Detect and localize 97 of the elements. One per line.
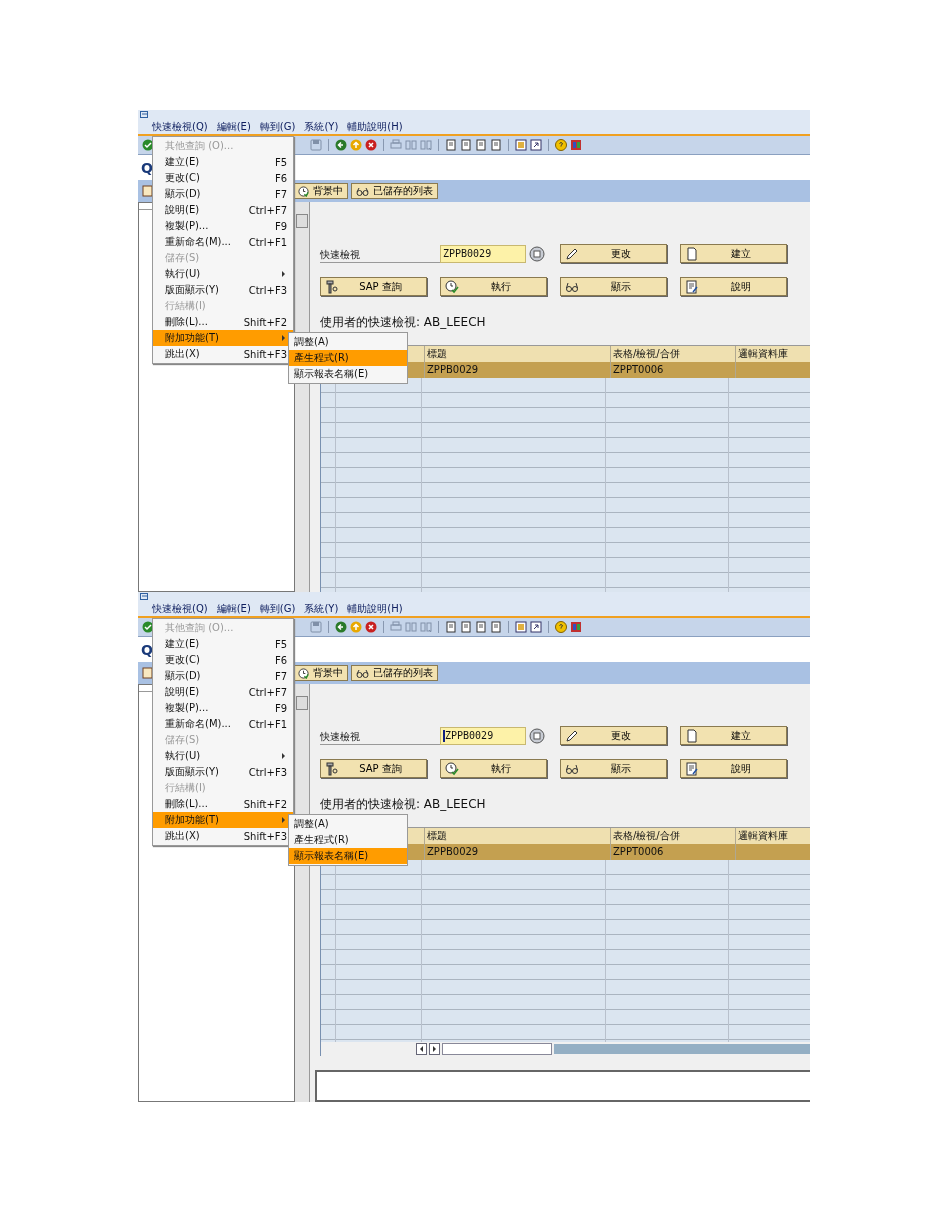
menu-item[interactable]: 說明(E) Ctrl+F7 [153, 202, 293, 218]
toolbar-button[interactable]: 背景中 [293, 183, 348, 199]
clock-icon [298, 185, 309, 197]
page-icon[interactable] [460, 139, 472, 151]
menu-item[interactable]: 附加功能(T) [153, 812, 293, 828]
menu-item[interactable]: 更改(C) F6 [153, 170, 293, 186]
action-button[interactable]: 建立 [680, 244, 787, 263]
menu-item[interactable]: 刪除(L)... Shift+F2 [153, 796, 293, 812]
back-icon[interactable] [335, 621, 347, 633]
window-icon[interactable] [515, 621, 527, 633]
horizontal-scrollbar[interactable] [321, 1042, 810, 1056]
menu-item[interactable]: 附加功能(T) [153, 330, 293, 346]
clock-icon [445, 279, 459, 294]
pencil-icon [565, 246, 579, 261]
menu-item[interactable]: 刪除(L)... Shift+F2 [153, 314, 293, 330]
menu-item[interactable]: 複製(P)... F9 [153, 218, 293, 234]
page-icon[interactable] [445, 139, 457, 151]
menu-bar-item[interactable]: 輔助說明(H) [347, 120, 403, 134]
menu-item[interactable]: 產生程式(R) [289, 350, 407, 366]
toolbar-button[interactable]: 已儲存的列表 [351, 183, 438, 199]
menu-item[interactable]: 建立(E) F5 [153, 636, 293, 652]
action-button[interactable]: 說明 [680, 277, 787, 296]
menu-bar-item[interactable]: 快速檢視(Q) [152, 120, 208, 134]
scroll-right-icon[interactable] [429, 1043, 440, 1055]
notepad-icon [685, 761, 699, 776]
action-button[interactable]: SAP 查詢 [320, 277, 427, 296]
document-icon[interactable] [142, 185, 153, 197]
input-field[interactable]: ZPPB0029 [440, 726, 526, 745]
menu-item[interactable]: 執行(U) [153, 266, 293, 282]
cancel-icon[interactable] [365, 139, 377, 151]
help-icon[interactable] [555, 139, 567, 151]
scroll-left-icon[interactable] [416, 1043, 427, 1055]
menu-bar-item[interactable]: 轉到(G) [259, 120, 296, 134]
toolbar-button[interactable]: 背景中 [293, 665, 348, 681]
page-icon[interactable] [490, 621, 502, 633]
shortcut-icon[interactable] [530, 139, 542, 151]
page-icon[interactable] [490, 139, 502, 151]
layout-icon[interactable] [570, 621, 582, 633]
menu-item[interactable]: 說明(E) Ctrl+F7 [153, 684, 293, 700]
action-button[interactable]: 執行 [440, 759, 547, 778]
help-icon[interactable] [555, 621, 567, 633]
menu-item[interactable]: 顯示報表名稱(E) [289, 848, 407, 864]
pencil-icon [565, 728, 579, 743]
action-button[interactable]: 執行 [440, 277, 547, 296]
action-button[interactable]: 說明 [680, 759, 787, 778]
menu-item[interactable]: 顯示(D) F7 [153, 668, 293, 684]
page-icon[interactable] [475, 139, 487, 151]
action-button[interactable]: 更改 [560, 244, 667, 263]
menu-icon[interactable] [140, 593, 149, 601]
value-help-icon[interactable] [529, 245, 545, 262]
glasses-icon [356, 667, 369, 679]
clock-icon [298, 667, 309, 679]
menu-item[interactable]: 重新命名(M)... Ctrl+F1 [153, 716, 293, 732]
page-icon[interactable] [475, 621, 487, 633]
action-button[interactable]: 更改 [560, 726, 667, 745]
menu-item[interactable]: 更改(C) F6 [153, 652, 293, 668]
hammer-icon [325, 761, 339, 776]
menu-icon[interactable] [140, 111, 149, 119]
layout-icon[interactable] [570, 139, 582, 151]
menu-bar-item[interactable]: 系統(Y) [304, 602, 339, 616]
screen-title: Q [141, 159, 153, 176]
menu-bar-item[interactable]: 快速檢視(Q) [152, 602, 208, 616]
menu-item[interactable]: 版面顯示(Y) Ctrl+F3 [153, 282, 293, 298]
window-icon[interactable] [515, 139, 527, 151]
screen-title: Q [141, 641, 153, 658]
action-button[interactable]: 建立 [680, 726, 787, 745]
menu-item[interactable]: 版面顯示(Y) Ctrl+F3 [153, 764, 293, 780]
menu-bar-item[interactable]: 系統(Y) [304, 120, 339, 134]
menu-item[interactable]: 複製(P)... F9 [153, 700, 293, 716]
action-button[interactable]: 顯示 [560, 759, 667, 778]
toolbar-button[interactable]: 已儲存的列表 [351, 665, 438, 681]
shortcut-icon[interactable] [530, 621, 542, 633]
hammer-icon [325, 279, 339, 294]
cancel-icon[interactable] [365, 621, 377, 633]
menu-item[interactable]: 執行(U) [153, 748, 293, 764]
document-icon[interactable] [142, 667, 153, 679]
page-icon[interactable] [460, 621, 472, 633]
menu-bar-item[interactable]: 編輯(E) [216, 602, 251, 616]
menu-item[interactable]: 重新命名(M)... Ctrl+F1 [153, 234, 293, 250]
action-button[interactable]: 顯示 [560, 277, 667, 296]
glasses-icon [356, 185, 369, 197]
action-button[interactable]: SAP 查詢 [320, 759, 427, 778]
user-info-text: 使用者的快速檢視: AB_LEECH [320, 796, 487, 813]
value-help-icon[interactable] [529, 727, 545, 744]
menu-bar-item[interactable]: 編輯(E) [216, 120, 251, 134]
page-icon[interactable] [445, 621, 457, 633]
user-info-text: 使用者的快速檢視: AB_LEECH [320, 314, 487, 331]
input-field[interactable]: ZPPB0029 [440, 244, 526, 263]
notepad-icon [685, 279, 699, 294]
document-icon [685, 728, 699, 743]
menu-bar-item[interactable]: 轉到(G) [259, 602, 296, 616]
menu-item[interactable]: 顯示(D) F7 [153, 186, 293, 202]
back-icon[interactable] [335, 139, 347, 151]
menu-bar-item[interactable]: 輔助說明(H) [347, 602, 403, 616]
menu-item[interactable]: 建立(E) F5 [153, 154, 293, 170]
document-icon [685, 246, 699, 261]
clock-icon [445, 761, 459, 776]
